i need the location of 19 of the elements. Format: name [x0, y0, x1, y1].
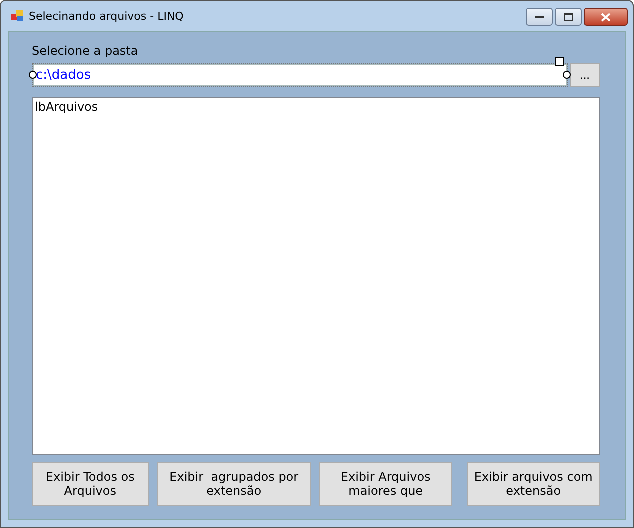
close-icon	[601, 12, 611, 22]
window-title: Selecinando arquivos - LINQ	[29, 10, 184, 22]
file-list[interactable]: lbArquivos	[32, 97, 600, 455]
maximize-icon	[564, 13, 573, 21]
action-button[interactable]: Exibir Todos os Arquivos	[32, 462, 149, 506]
action-button[interactable]: Exibir Arquivos maiores que	[319, 462, 452, 506]
list-item[interactable]: lbArquivos	[35, 100, 597, 114]
browse-button[interactable]: ...	[570, 63, 600, 87]
action-button[interactable]: Exibir agrupados por extensão	[156, 462, 312, 506]
folder-field[interactable]: c:\dados	[33, 64, 568, 86]
minimize-button[interactable]	[526, 8, 553, 26]
app-icon	[11, 10, 24, 22]
minimize-icon	[535, 15, 544, 19]
smart-tag-icon[interactable]	[555, 57, 564, 66]
resize-handle[interactable]	[29, 71, 37, 79]
maximize-button[interactable]	[555, 8, 582, 26]
folder-label: Selecione a pasta	[32, 44, 140, 58]
close-button[interactable]	[584, 8, 628, 26]
action-button[interactable]: Exibir arquivos com extensão	[467, 462, 600, 506]
